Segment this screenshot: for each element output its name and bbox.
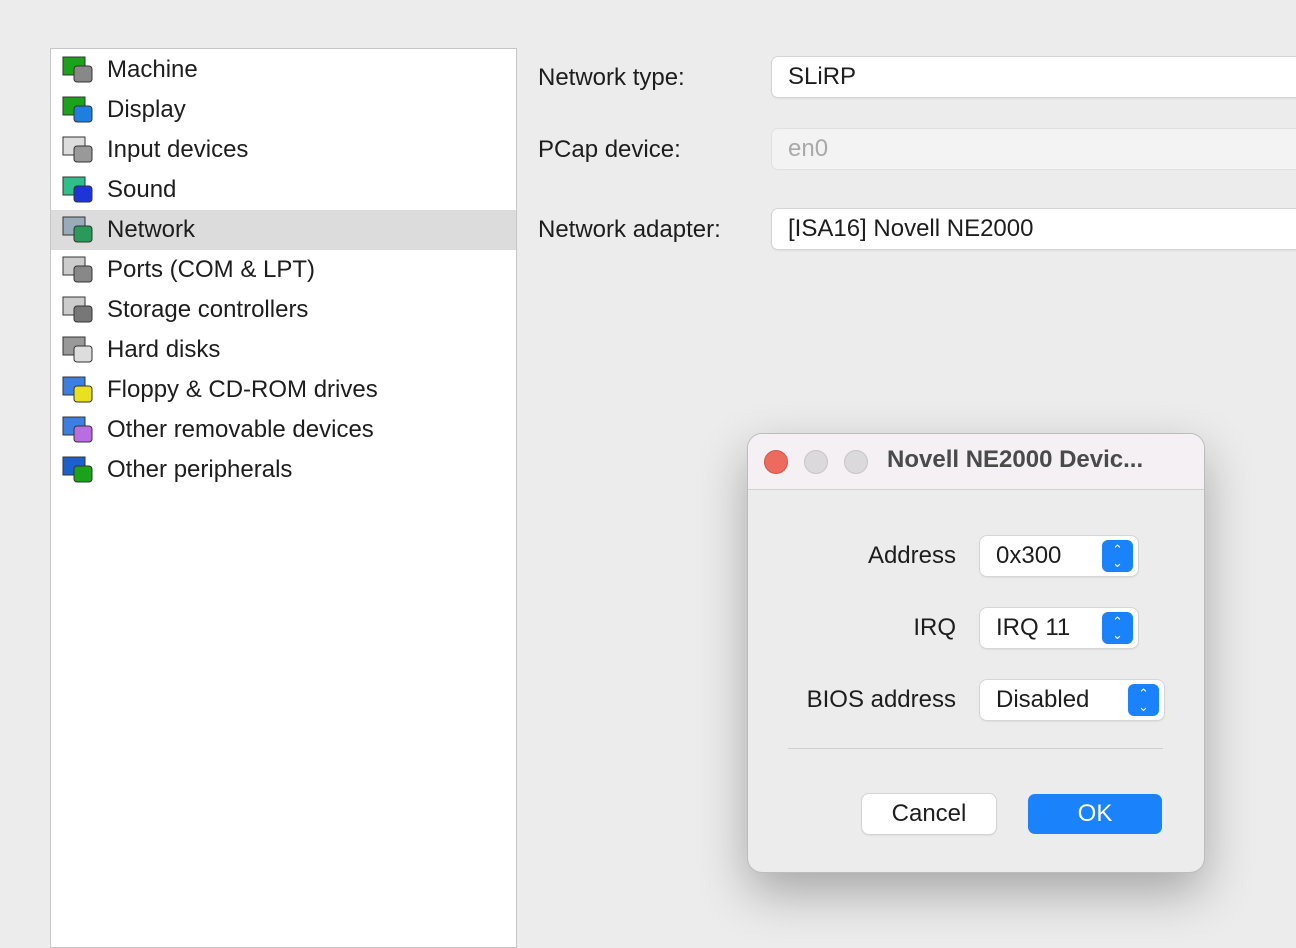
removable-icon (62, 414, 94, 446)
hard-disk-icon (62, 334, 94, 366)
sidebar-item-sound[interactable]: Sound (51, 170, 516, 210)
sidebar-item-other-removable-devices[interactable]: Other removable devices (51, 410, 516, 450)
bios-address-select[interactable]: Disabled ⌃ ⌄ (980, 680, 1164, 720)
sidebar-item-label: Other peripherals (107, 456, 293, 483)
machine-icon (62, 54, 94, 86)
sidebar-item-network[interactable]: Network (51, 210, 516, 250)
sidebar-item-input-devices[interactable]: Input devices (51, 130, 516, 170)
address-value: 0x300 (996, 542, 1062, 569)
minimize-button[interactable] (804, 450, 828, 474)
up-down-chevron-icon: ⌃ ⌄ (1102, 540, 1133, 572)
pcap-device-label: PCap device: (538, 136, 681, 163)
sidebar-item-label: Display (107, 96, 186, 123)
input-devices-icon (62, 134, 94, 166)
sidebar-item-display[interactable]: Display (51, 90, 516, 130)
address-label: Address (867, 542, 956, 569)
ok-button[interactable]: OK (1028, 794, 1162, 834)
address-select[interactable]: 0x300 ⌃ ⌄ (980, 536, 1138, 576)
sidebar-item-ports-com-lpt[interactable]: Ports (COM & LPT) (51, 250, 516, 290)
dialog-titlebar: Novell NE2000 Devic... (748, 434, 1204, 490)
up-down-chevron-icon: ⌃ ⌄ (1102, 612, 1133, 644)
sidebar-item-label: Ports (COM & LPT) (107, 256, 316, 283)
network-adapter-label: Network adapter: (538, 216, 721, 243)
sidebar-item-label: Machine (107, 56, 198, 83)
bios-address-label: BIOS address (806, 686, 956, 713)
dialog-title: Novell NE2000 Devic... (887, 446, 1144, 473)
sidebar-item-floppy-cd-rom-drives[interactable]: Floppy & CD-ROM drives (51, 370, 516, 410)
floppy-cdrom-icon (62, 374, 94, 406)
up-down-chevron-icon: ⌃ ⌄ (1128, 684, 1159, 716)
sidebar-item-label: Sound (107, 176, 177, 203)
pcap-device-select: en0 (772, 129, 1296, 169)
sidebar-item-hard-disks[interactable]: Hard disks (51, 330, 516, 370)
device-config-dialog: Novell NE2000 Devic... Address 0x300 ⌃ ⌄ I… (748, 434, 1204, 872)
sidebar-item-other-peripherals[interactable]: Other peripherals (51, 450, 516, 490)
sidebar-item-label: Floppy & CD-ROM drives (107, 376, 378, 403)
ports-icon (62, 254, 94, 286)
peripherals-icon (62, 454, 94, 486)
sidebar-item-label: Other removable devices (107, 416, 374, 443)
settings-category-list: Machine Display Input devices Sound Network P… (50, 48, 517, 948)
bios-address-value: Disabled (996, 686, 1090, 713)
close-button[interactable] (764, 450, 788, 474)
display-icon (62, 94, 94, 126)
network-type-label: Network type: (538, 64, 685, 91)
irq-select[interactable]: IRQ 11 ⌃ ⌄ (980, 608, 1138, 648)
sidebar-item-label: Network (107, 216, 196, 243)
divider (788, 748, 1163, 749)
sidebar-item-machine[interactable]: Machine (51, 50, 516, 90)
sidebar-item-label: Hard disks (107, 336, 221, 363)
sidebar-item-storage-controllers[interactable]: Storage controllers (51, 290, 516, 330)
sound-icon (62, 174, 94, 206)
network-type-select[interactable]: SLiRP (772, 57, 1296, 97)
irq-value: IRQ 11 (996, 614, 1071, 641)
sidebar-item-label: Storage controllers (107, 296, 309, 323)
zoom-button[interactable] (844, 450, 868, 474)
sidebar-item-label: Input devices (107, 136, 249, 163)
irq-label: IRQ (913, 614, 956, 641)
network-icon (62, 214, 94, 246)
cancel-button[interactable]: Cancel (862, 794, 996, 834)
storage-icon (62, 294, 94, 326)
network-adapter-select[interactable]: [ISA16] Novell NE2000 (772, 209, 1296, 249)
